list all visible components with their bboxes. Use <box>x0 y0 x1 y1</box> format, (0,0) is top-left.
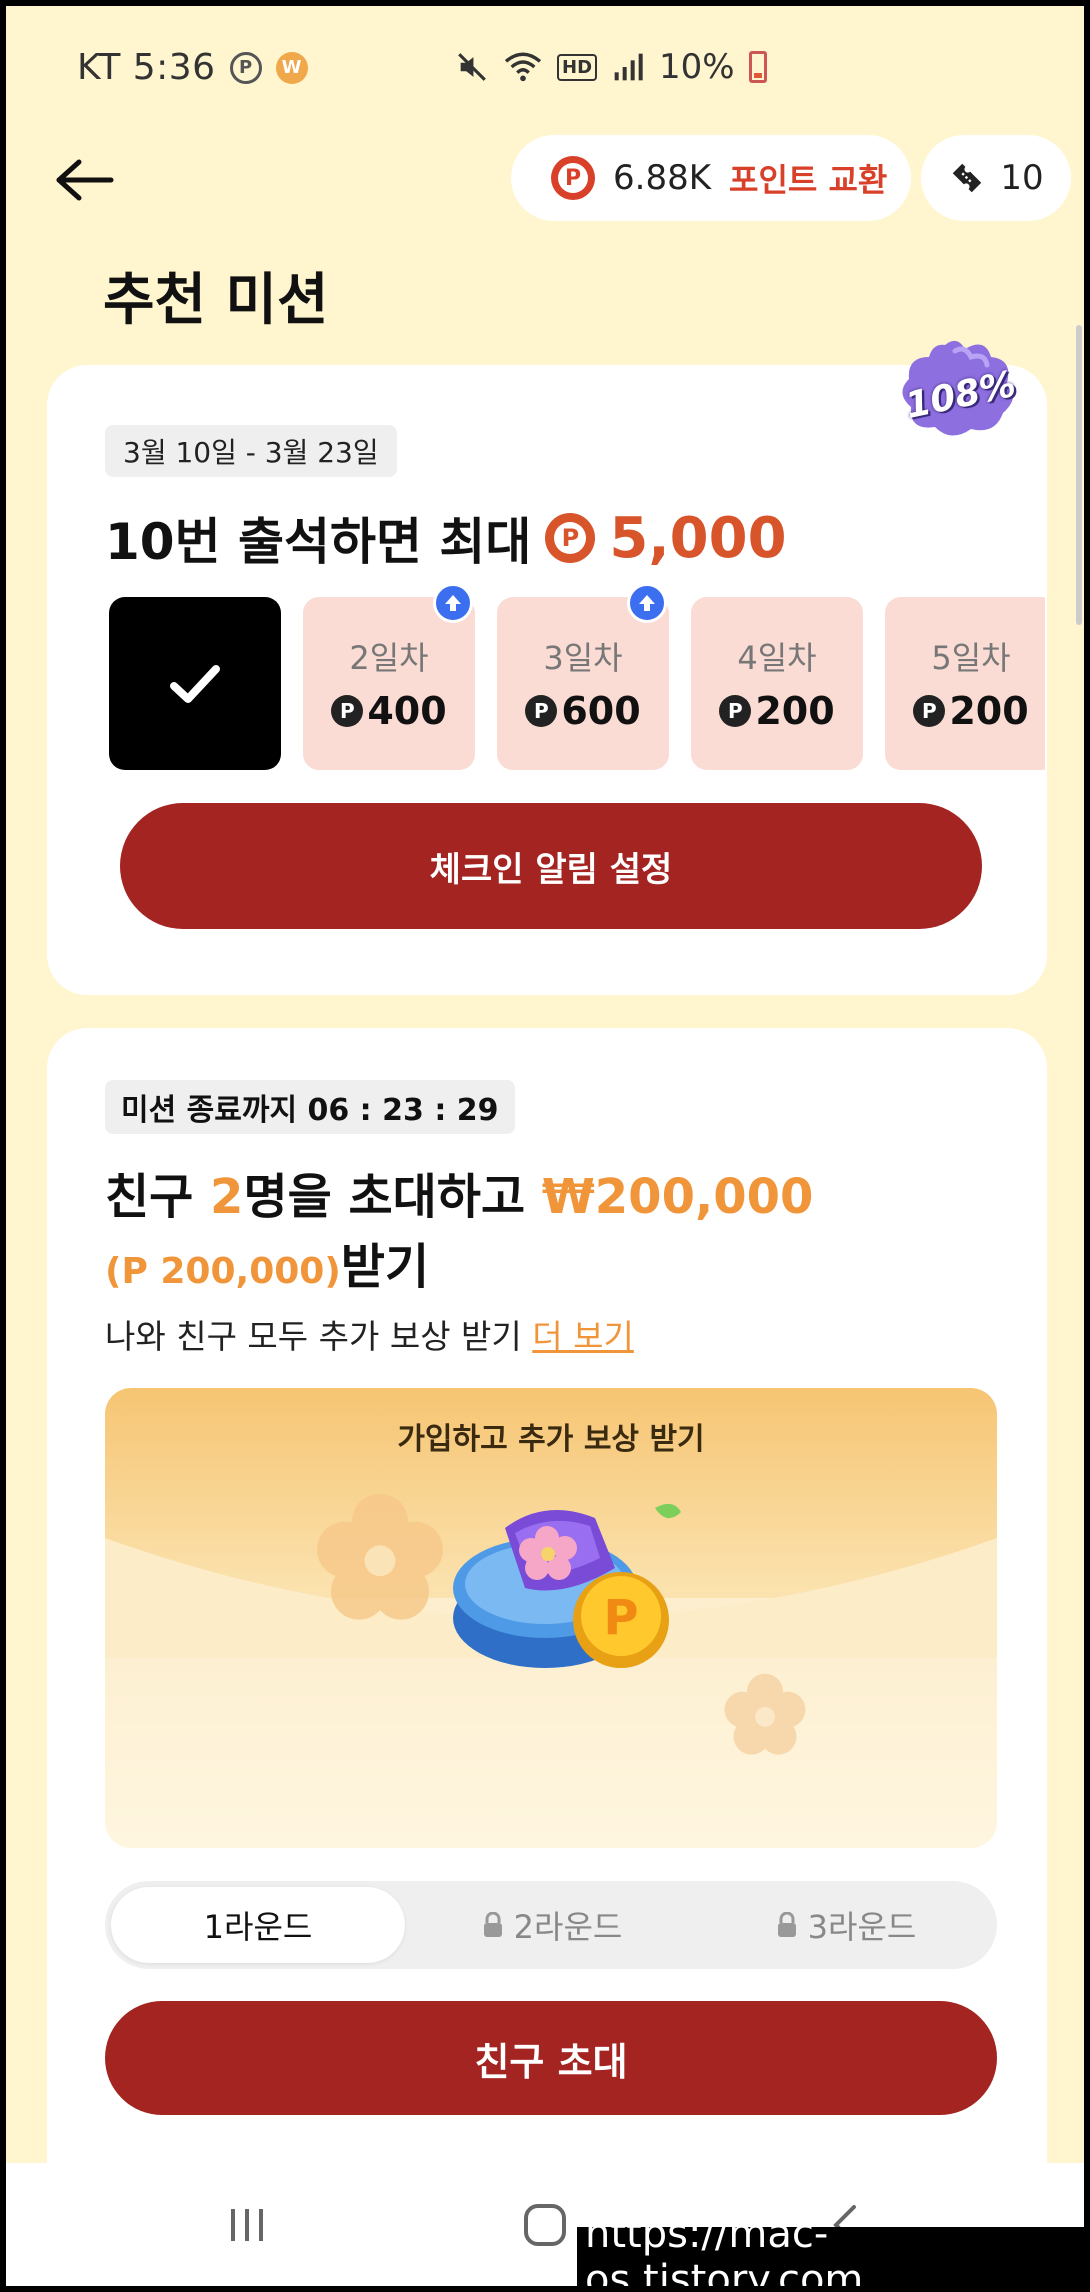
home-icon <box>524 2204 566 2246</box>
point-coin-icon: P <box>545 513 596 563</box>
status-left: KT 5:36 P W <box>77 47 308 88</box>
reward-panel-title: 가입하고 추가 보상 받기 <box>397 1422 705 1457</box>
mute-icon <box>458 53 486 81</box>
date-range-chip: 3월 10일 - 3월 23일 <box>105 425 397 477</box>
arrow-left-icon <box>56 159 114 201</box>
ticket-icon <box>953 163 982 193</box>
lock-icon <box>777 1912 796 1937</box>
attendance-headline: 10번 출석하면 최대 P 5,000 <box>105 502 787 574</box>
invite-friends-button[interactable]: 친구 초대 <box>105 2001 997 2115</box>
checkin-notification-button[interactable]: 체크인 알림 설정 <box>120 803 982 929</box>
day-label: 4일차 <box>737 639 817 677</box>
invite-reward-amount: ₩200,000 <box>541 1169 814 1225</box>
day-3[interactable]: 3일차 P 600 <box>497 597 669 770</box>
scrollbar-thumb[interactable] <box>1076 325 1082 625</box>
day-2[interactable]: 2일차 P 400 <box>303 597 475 770</box>
svg-text:P: P <box>603 1590 638 1646</box>
invite-reward-points: (P 200,000) <box>105 1251 341 1292</box>
invite-headline-suffix: 받기 <box>340 1239 430 1295</box>
app-p-notification-icon: P <box>229 51 262 84</box>
points-exchange-label: 포인트 교환 <box>729 161 888 199</box>
day-label: 3일차 <box>543 639 623 677</box>
gift-box-coin-icon: P <box>453 1503 681 1668</box>
day-reward: P 600 <box>497 689 669 733</box>
status-bar: KT 5:36 P W HD 10% <box>5 5 1085 135</box>
tab-round-1[interactable]: 1라운드 <box>111 1887 405 1963</box>
attendance-headline-text: 10번 출석하면 최대 <box>105 513 532 571</box>
point-coin-icon: P <box>913 695 946 727</box>
ticket-pill[interactable]: 10 <box>921 135 1071 221</box>
status-time: KT 5:36 <box>77 47 216 88</box>
app-screen: KT 5:36 P W HD 10% P 6.88K 포인트 교환 10 추천 … <box>5 5 1085 2287</box>
boost-arrow-up-icon <box>433 583 473 623</box>
signal-icon <box>614 53 643 81</box>
day-reward: P 400 <box>303 689 475 733</box>
points-exchange-pill[interactable]: P 6.88K 포인트 교환 <box>511 135 911 221</box>
battery-icon <box>748 51 767 83</box>
point-coin-icon: P <box>551 156 595 200</box>
more-link[interactable]: 더 보기 <box>532 1317 634 1356</box>
page-title: 추천 미션 <box>103 268 329 333</box>
invite-headline-line2: (P 200,000) 받기 <box>105 1227 429 1297</box>
flower-decoration-icon <box>724 1673 806 1755</box>
tab-round-2[interactable]: 2라운드 <box>405 1887 699 1963</box>
reward-panel: 가입하고 추가 보상 받기 P <box>105 1388 997 1848</box>
attendance-days-row: 2일차 P 400 3일차 P 600 4일차 P 200 5일차 P 200 <box>109 597 1045 772</box>
point-coin-icon: P <box>331 695 364 727</box>
tab-round-3[interactable]: 3라운드 <box>699 1887 993 1963</box>
tab-round-label: 1라운드 <box>203 1908 313 1946</box>
day-4[interactable]: 4일차 P 200 <box>691 597 863 770</box>
percent-badge: 108% <box>895 335 1025 445</box>
boost-arrow-up-icon <box>627 583 667 623</box>
invite-friend-count: 2 <box>210 1169 244 1225</box>
day-1-checked[interactable] <box>109 597 281 770</box>
day-5[interactable]: 5일차 P 200 <box>885 597 1045 770</box>
checkmark-icon <box>170 664 220 703</box>
points-amount: 6.88K <box>613 158 711 198</box>
lock-icon <box>483 1912 502 1937</box>
invite-headline: 친구 2명을 초대하고 ₩200,000 <box>105 1169 814 1225</box>
round-tabs: 1라운드 2라운드 3라운드 <box>105 1881 997 1969</box>
point-coin-icon: P <box>525 695 558 727</box>
day-reward: P 200 <box>691 689 863 733</box>
ticket-count: 10 <box>1000 158 1044 198</box>
recent-apps-icon <box>231 2209 263 2241</box>
day-label: 2일차 <box>349 639 429 677</box>
app-w-notification-icon: W <box>275 51 308 84</box>
mission-timer-chip: 미션 종료까지 06 : 23 : 29 <box>105 1080 515 1134</box>
status-right: HD 10% <box>455 47 767 87</box>
attendance-max-amount: 5,000 <box>609 505 787 571</box>
flower-decoration-icon <box>317 1493 443 1620</box>
hd-icon: HD <box>557 53 598 81</box>
invite-description: 나와 친구 모두 추가 보상 받기 더 보기 <box>105 1317 634 1356</box>
day-label: 5일차 <box>931 639 1011 677</box>
day-reward: P 200 <box>885 689 1045 733</box>
recent-apps-button[interactable] <box>147 2163 347 2287</box>
point-coin-icon: P <box>719 695 752 727</box>
tab-round-label: 2라운드 <box>513 1908 623 1946</box>
watermark: https://mac-os.tistory.com <box>577 2211 1085 2287</box>
back-button[interactable] <box>45 145 125 215</box>
battery-percent: 10% <box>659 47 735 87</box>
tab-round-label: 3라운드 <box>807 1908 917 1946</box>
wifi-icon <box>504 52 542 82</box>
